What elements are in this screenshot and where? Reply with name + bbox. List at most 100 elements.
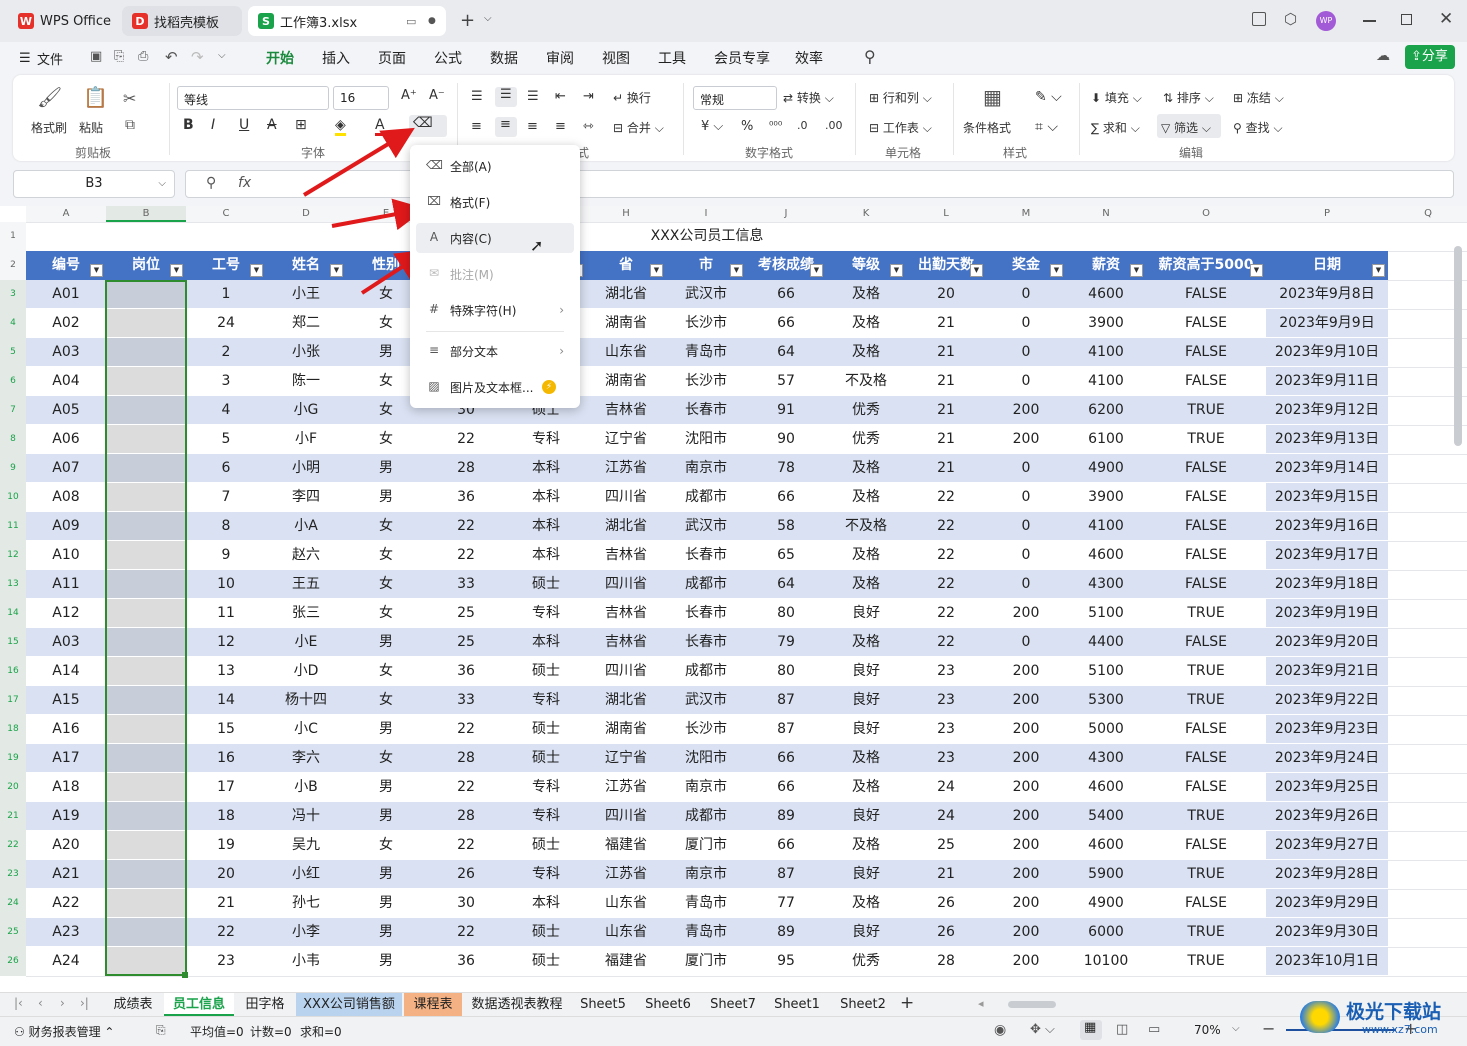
chevron-down-icon[interactable]: ⌵ — [484, 13, 492, 24]
table-cell[interactable]: 吉林省 — [586, 541, 666, 570]
border-icon[interactable]: ⊞ — [295, 117, 307, 133]
zoom-level[interactable]: 70% — [1194, 1023, 1221, 1037]
table-cell[interactable]: 王五 — [266, 570, 346, 599]
table-cell[interactable]: 江苏省 — [586, 454, 666, 483]
column-header-M[interactable]: M — [986, 206, 1066, 222]
table-cell[interactable]: 200 — [986, 947, 1066, 976]
table-cell[interactable]: A24 — [26, 947, 106, 976]
table-cell[interactable]: 64 — [746, 338, 826, 367]
table-cell[interactable]: 男 — [346, 715, 426, 744]
share-button[interactable]: ⇪分享 — [1405, 45, 1455, 69]
table-cell[interactable]: 200 — [986, 715, 1066, 744]
column-header-N[interactable]: N — [1066, 206, 1146, 222]
column-header-L[interactable]: L — [906, 206, 986, 222]
menu-item-clear-comments[interactable]: ✉ 批注(M) — [416, 259, 574, 289]
table-cell[interactable]: 冯十 — [266, 802, 346, 831]
table-cell[interactable]: 22 — [426, 512, 506, 541]
table-cell[interactable]: 21 — [906, 396, 986, 425]
table-cell[interactable]: 23 — [906, 744, 986, 773]
table-cell[interactable]: 男 — [346, 802, 426, 831]
table-cell[interactable]: 男 — [346, 628, 426, 657]
table-cell[interactable]: 6000 — [1066, 918, 1146, 947]
table-cell[interactable]: 200 — [986, 831, 1066, 860]
table-cell[interactable]: 及格 — [826, 454, 906, 483]
close-icon[interactable]: ✕ — [1439, 9, 1453, 29]
table-cell[interactable]: 优秀 — [826, 947, 906, 976]
filter-dropdown-icon[interactable]: ▼ — [970, 264, 983, 277]
table-cell[interactable]: 女 — [346, 831, 426, 860]
table-cell[interactable]: 20 — [906, 280, 986, 309]
table-cell[interactable]: 湖北省 — [586, 686, 666, 715]
row-header[interactable]: 17 — [0, 686, 26, 715]
table-cell[interactable]: 2023年9月18日 — [1266, 570, 1388, 599]
table-cell[interactable]: 200 — [986, 918, 1066, 947]
table-cell[interactable]: 女 — [346, 599, 426, 628]
table-cell[interactable]: 湖北省 — [586, 512, 666, 541]
monitor-icon[interactable]: ▭ — [406, 15, 416, 28]
table-cell[interactable]: 及格 — [826, 628, 906, 657]
table-cell[interactable]: 21 — [906, 367, 986, 396]
table-cell[interactable]: 长沙市 — [666, 309, 746, 338]
table-cell[interactable]: 及格 — [826, 338, 906, 367]
rows-cols-button[interactable]: ⊞ 行和列 ⌵ — [869, 89, 932, 106]
sheet-tab[interactable]: 成绩表 — [104, 993, 162, 1016]
table-cell[interactable]: 2023年10月1日 — [1266, 947, 1388, 976]
table-cell[interactable]: 小张 — [266, 338, 346, 367]
table-cell[interactable]: 36 — [426, 657, 506, 686]
table-cell[interactable]: 3900 — [1066, 483, 1146, 512]
cut-icon[interactable]: ✂ — [123, 89, 136, 108]
table-cell[interactable]: 及格 — [826, 773, 906, 802]
table-cell[interactable]: 辽宁省 — [586, 425, 666, 454]
table-cell[interactable]: A04 — [26, 367, 106, 396]
column-header-I[interactable]: I — [666, 206, 746, 222]
row-header[interactable]: 6 — [0, 367, 26, 396]
table-cell[interactable]: 及格 — [826, 309, 906, 338]
table-cell[interactable]: 福建省 — [586, 831, 666, 860]
table-cell[interactable]: FALSE — [1146, 831, 1266, 860]
table-cell[interactable]: 本科 — [506, 628, 586, 657]
table-cell[interactable]: 李四 — [266, 483, 346, 512]
table-cell[interactable]: TRUE — [1146, 657, 1266, 686]
table-header-cell[interactable]: 工号 ▼ — [186, 251, 266, 280]
row-header[interactable]: 21 — [0, 802, 26, 831]
sheet-tab[interactable]: Sheet5 — [572, 993, 634, 1016]
table-cell[interactable]: 200 — [986, 889, 1066, 918]
table-cell[interactable]: 2023年9月19日 — [1266, 599, 1388, 628]
cell-style-icon[interactable]: ✎ ⌵ — [1035, 89, 1062, 105]
column-header-Q[interactable]: Q — [1388, 206, 1467, 222]
table-cell[interactable]: 200 — [986, 802, 1066, 831]
table-cell[interactable]: 四川省 — [586, 483, 666, 512]
table-header-cell[interactable]: 岗位 ▼ — [106, 251, 186, 280]
table-cell[interactable]: 优秀 — [826, 396, 906, 425]
menu-item-images-textboxes[interactable]: ▨ 图片及文本框... ⚡ — [416, 372, 574, 402]
table-cell[interactable]: 22 — [906, 570, 986, 599]
row-header[interactable]: 2 — [0, 251, 26, 280]
row-header[interactable]: 1 — [0, 222, 26, 251]
table-cell[interactable]: 李六 — [266, 744, 346, 773]
column-header-K[interactable]: K — [826, 206, 906, 222]
table-cell[interactable]: 4600 — [1066, 773, 1146, 802]
table-cell[interactable]: 杨十四 — [266, 686, 346, 715]
table-cell[interactable]: 30 — [426, 889, 506, 918]
row-header[interactable]: 20 — [0, 773, 26, 802]
convert-button[interactable]: ⇄ 转换 ⌵ — [783, 89, 834, 106]
table-cell[interactable]: 33 — [426, 570, 506, 599]
table-cell[interactable]: 长沙市 — [666, 715, 746, 744]
table-cell[interactable]: 6 — [186, 454, 266, 483]
redo-icon[interactable]: ↷ — [191, 48, 204, 66]
table-cell[interactable]: 山东省 — [586, 889, 666, 918]
row-header[interactable]: 8 — [0, 425, 26, 454]
table-cell[interactable]: 及格 — [826, 570, 906, 599]
table-cell[interactable]: 4100 — [1066, 512, 1146, 541]
row-header[interactable]: 24 — [0, 889, 26, 918]
number-format-select[interactable]: 常规 — [693, 86, 777, 110]
table-cell[interactable]: 200 — [986, 599, 1066, 628]
align-middle-icon[interactable]: ☰ — [495, 87, 517, 107]
table-cell[interactable]: 长沙市 — [666, 367, 746, 396]
row-header[interactable]: 18 — [0, 715, 26, 744]
table-header-cell[interactable]: 出勤天数 ▼ — [906, 251, 986, 280]
table-cell[interactable]: 辽宁省 — [586, 744, 666, 773]
table-cell[interactable]: 22 — [426, 831, 506, 860]
sheet-tab[interactable]: 员工信息 — [164, 993, 234, 1016]
table-cell[interactable]: 小E — [266, 628, 346, 657]
